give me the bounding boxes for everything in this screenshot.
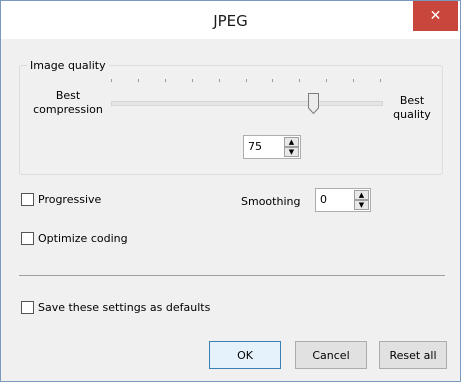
image-quality-label: Image quality <box>27 59 109 72</box>
best-compression-text: Best compression <box>33 89 103 116</box>
save-defaults-option[interactable]: Save these settings as defaults <box>21 301 210 314</box>
smoothing-value: 0 <box>320 193 327 206</box>
reset-all-button[interactable]: Reset all <box>379 341 447 369</box>
smoothing-spin-down-button[interactable]: ▼ <box>354 200 369 210</box>
title-bar: JPEG ✕ <box>1 1 460 39</box>
save-defaults-label: Save these settings as defaults <box>38 301 211 314</box>
best-compression-label: Best compression <box>23 89 113 117</box>
slider-ticks <box>111 79 381 85</box>
smoothing-label: Smoothing <box>241 195 301 208</box>
progressive-option[interactable]: Progressive <box>21 193 101 206</box>
slider-thumb-shape <box>308 93 319 115</box>
best-quality-label: Best quality <box>387 94 437 122</box>
optimize-coding-option[interactable]: Optimize coding <box>21 232 128 245</box>
up-arrow-icon: ▲ <box>358 191 365 199</box>
slider-tick <box>219 79 220 82</box>
slider-tick <box>326 79 327 82</box>
slider-tick <box>246 79 247 82</box>
close-icon: ✕ <box>429 8 442 24</box>
smoothing-spinbox[interactable]: 0 ▲ ▼ <box>315 188 371 212</box>
quality-spin-buttons: ▲ ▼ <box>284 137 299 157</box>
quality-slider-thumb[interactable] <box>308 93 319 115</box>
slider-tick <box>353 79 354 82</box>
ok-button[interactable]: OK <box>209 341 281 369</box>
slider-tick <box>192 79 193 82</box>
separator <box>19 275 445 276</box>
progressive-label: Progressive <box>38 193 102 206</box>
down-arrow-icon: ▼ <box>288 148 295 156</box>
cancel-button[interactable]: Cancel <box>295 341 367 369</box>
down-arrow-icon: ▼ <box>358 201 365 209</box>
quality-value: 75 <box>248 140 262 153</box>
jpeg-dialog: JPEG ✕ Image quality Best compression Be… <box>0 0 461 382</box>
optimize-coding-checkbox[interactable] <box>21 232 34 245</box>
progressive-checkbox[interactable] <box>21 193 34 206</box>
close-button[interactable]: ✕ <box>413 1 458 31</box>
slider-tick <box>299 79 300 82</box>
slider-tick <box>138 79 139 82</box>
best-quality-text: Best quality <box>393 94 431 121</box>
slider-tick <box>380 79 381 82</box>
quality-spin-up-button[interactable]: ▲ <box>284 137 299 147</box>
dialog-title: JPEG <box>213 12 248 30</box>
save-defaults-checkbox[interactable] <box>21 301 34 314</box>
slider-tick <box>272 79 273 82</box>
quality-slider-track[interactable] <box>111 101 383 106</box>
dialog-body: Image quality Best compression Best qual… <box>7 39 454 377</box>
optimize-coding-label: Optimize coding <box>38 232 128 245</box>
slider-tick <box>165 79 166 82</box>
quality-spinbox[interactable]: 75 ▲ ▼ <box>243 135 301 159</box>
smoothing-spin-up-button[interactable]: ▲ <box>354 190 369 200</box>
slider-tick <box>111 79 112 82</box>
quality-spin-down-button[interactable]: ▼ <box>284 147 299 157</box>
up-arrow-icon: ▲ <box>288 138 295 146</box>
smoothing-spin-buttons: ▲ ▼ <box>354 190 369 210</box>
